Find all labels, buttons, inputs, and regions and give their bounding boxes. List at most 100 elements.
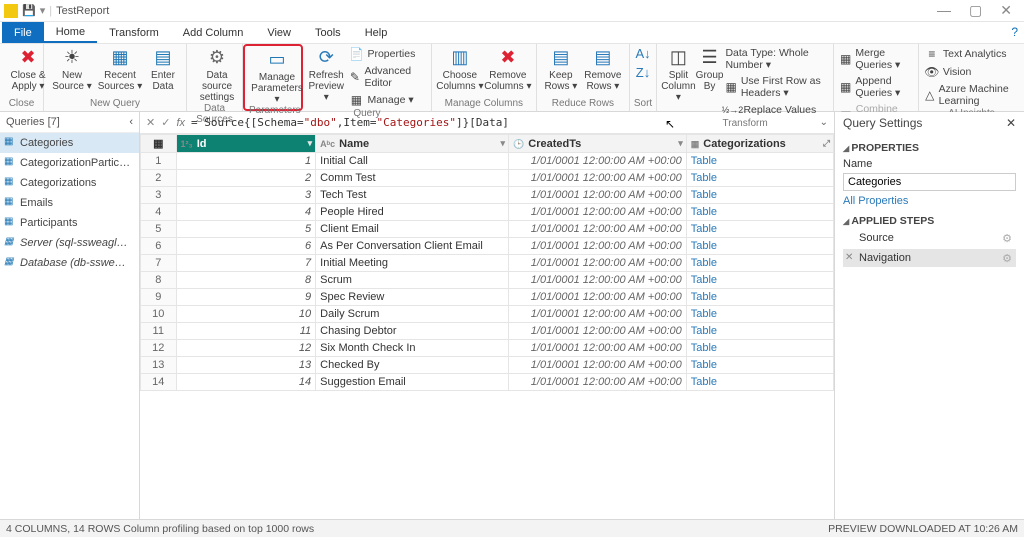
cancel-formula-icon[interactable]: ✕ — [146, 116, 155, 129]
row-number[interactable]: 3 — [141, 187, 177, 204]
enter-data-button[interactable]: ▤ Enter Data — [144, 46, 182, 92]
row-number[interactable]: 4 — [141, 204, 177, 221]
cell-categorizations[interactable]: Table — [686, 374, 833, 391]
cell-createdts[interactable]: 1/01/0001 12:00:00 AM +00:00 — [509, 306, 687, 323]
row-number[interactable]: 1 — [141, 153, 177, 170]
row-number[interactable]: 8 — [141, 272, 177, 289]
row-number[interactable]: 11 — [141, 323, 177, 340]
tab-home[interactable]: Home — [44, 22, 97, 43]
table-row[interactable]: 77Initial Meeting1/01/0001 12:00:00 AM +… — [141, 255, 834, 272]
minimize-icon[interactable]: — — [937, 2, 951, 19]
refresh-preview-button[interactable]: ⟳ Refresh Preview ▾ — [307, 46, 345, 108]
sort-desc-icon[interactable]: Z↓ — [636, 65, 650, 80]
cell-createdts[interactable]: 1/01/0001 12:00:00 AM +00:00 — [509, 221, 687, 238]
cell-id[interactable]: 9 — [176, 289, 316, 306]
cell-name[interactable]: Initial Meeting — [316, 255, 509, 272]
new-source-button[interactable]: ☀ New Source ▾ — [48, 46, 96, 92]
applied-steps-section[interactable]: APPLIED STEPS — [843, 215, 1016, 227]
row-number[interactable]: 7 — [141, 255, 177, 272]
help-icon[interactable]: ? — [1011, 25, 1018, 39]
table-row[interactable]: 33Tech Test1/01/0001 12:00:00 AM +00:00T… — [141, 187, 834, 204]
azure-ml-button[interactable]: △Azure Machine Learning — [923, 82, 1020, 108]
tab-tools[interactable]: Tools — [303, 22, 353, 43]
filter-id-icon[interactable]: ▾ — [308, 138, 313, 149]
cell-createdts[interactable]: 1/01/0001 12:00:00 AM +00:00 — [509, 357, 687, 374]
query-item[interactable]: Emails — [0, 193, 139, 213]
cell-categorizations[interactable]: Table — [686, 255, 833, 272]
remove-columns-button[interactable]: ✖ Remove Columns ▾ — [484, 46, 532, 92]
cell-categorizations[interactable]: Table — [686, 306, 833, 323]
cell-createdts[interactable]: 1/01/0001 12:00:00 AM +00:00 — [509, 153, 687, 170]
row-number[interactable]: 13 — [141, 357, 177, 374]
choose-columns-button[interactable]: ▥ Choose Columns ▾ — [436, 46, 484, 92]
row-number[interactable]: 2 — [141, 170, 177, 187]
cell-name[interactable]: Spec Review — [316, 289, 509, 306]
query-item[interactable]: Participants — [0, 213, 139, 233]
cell-id[interactable]: 13 — [176, 357, 316, 374]
cell-categorizations[interactable]: Table — [686, 153, 833, 170]
cell-categorizations[interactable]: Table — [686, 170, 833, 187]
query-item[interactable]: Database (db-ssweagleey... — [0, 253, 139, 273]
cell-createdts[interactable]: 1/01/0001 12:00:00 AM +00:00 — [509, 289, 687, 306]
filter-ts-icon[interactable]: ▾ — [678, 138, 683, 149]
close-settings-icon[interactable]: ✕ — [1006, 116, 1016, 130]
tab-view[interactable]: View — [255, 22, 303, 43]
header-id[interactable]: 1²₃Id▾ — [176, 135, 316, 153]
manage-button[interactable]: ▦Manage ▾ — [347, 92, 426, 108]
cell-name[interactable]: Daily Scrum — [316, 306, 509, 323]
cell-createdts[interactable]: 1/01/0001 12:00:00 AM +00:00 — [509, 323, 687, 340]
row-number[interactable]: 6 — [141, 238, 177, 255]
step-source[interactable]: Source ⚙ — [843, 229, 1016, 247]
tab-addcolumn[interactable]: Add Column — [171, 22, 256, 43]
qat-dropdown-icon[interactable]: ▾ — [40, 4, 46, 17]
append-queries-button[interactable]: ▦Append Queries ▾ — [838, 74, 914, 100]
cell-createdts[interactable]: 1/01/0001 12:00:00 AM +00:00 — [509, 374, 687, 391]
cell-name[interactable]: Suggestion Email — [316, 374, 509, 391]
vision-button[interactable]: 👁Vision — [923, 64, 1020, 80]
step-gear-icon[interactable]: ⚙ — [1002, 232, 1012, 245]
formula-expand-icon[interactable]: ⌄ — [820, 117, 828, 128]
tab-transform[interactable]: Transform — [97, 22, 171, 43]
tab-file[interactable]: File — [2, 22, 44, 43]
cell-id[interactable]: 11 — [176, 323, 316, 340]
cell-createdts[interactable]: 1/01/0001 12:00:00 AM +00:00 — [509, 340, 687, 357]
maximize-icon[interactable]: ▢ — [969, 2, 982, 19]
cell-id[interactable]: 14 — [176, 374, 316, 391]
table-row[interactable]: 55Client Email1/01/0001 12:00:00 AM +00:… — [141, 221, 834, 238]
table-row[interactable]: 11Initial Call1/01/0001 12:00:00 AM +00:… — [141, 153, 834, 170]
merge-queries-button[interactable]: ▦Merge Queries ▾ — [838, 46, 914, 72]
all-properties-link[interactable]: All Properties — [843, 195, 908, 207]
row-corner[interactable]: ▦ — [141, 135, 177, 153]
recent-sources-button[interactable]: ▦ Recent Sources ▾ — [96, 46, 144, 92]
row-number[interactable]: 14 — [141, 374, 177, 391]
step-navigation[interactable]: ✕ Navigation ⚙ — [843, 249, 1016, 267]
formula-text[interactable]: = Source{[Schema="dbo",Item="Categories"… — [191, 116, 814, 129]
table-row[interactable]: 66As Per Conversation Client Email1/01/0… — [141, 238, 834, 255]
cell-name[interactable]: Six Month Check In — [316, 340, 509, 357]
cell-name[interactable]: Chasing Debtor — [316, 323, 509, 340]
query-name-input[interactable] — [843, 173, 1016, 191]
cell-id[interactable]: 7 — [176, 255, 316, 272]
advanced-editor-button[interactable]: ✎Advanced Editor — [347, 64, 426, 90]
manage-parameters-button[interactable]: ▭ Manage Parameters ▾ — [249, 48, 305, 105]
cell-id[interactable]: 1 — [176, 153, 316, 170]
group-by-button[interactable]: ☰ Group By — [696, 46, 724, 118]
table-row[interactable]: 1414Suggestion Email1/01/0001 12:00:00 A… — [141, 374, 834, 391]
cell-name[interactable]: Checked By — [316, 357, 509, 374]
cell-createdts[interactable]: 1/01/0001 12:00:00 AM +00:00 — [509, 170, 687, 187]
table-row[interactable]: 1313Checked By1/01/0001 12:00:00 AM +00:… — [141, 357, 834, 374]
cell-id[interactable]: 2 — [176, 170, 316, 187]
query-item[interactable]: Server (sql-ssweagleeye-... — [0, 233, 139, 253]
cell-categorizations[interactable]: Table — [686, 221, 833, 238]
table-row[interactable]: 1010Daily Scrum1/01/0001 12:00:00 AM +00… — [141, 306, 834, 323]
qat-save-icon[interactable]: 💾 — [22, 4, 36, 17]
table-row[interactable]: 1212Six Month Check In1/01/0001 12:00:00… — [141, 340, 834, 357]
cell-categorizations[interactable]: Table — [686, 204, 833, 221]
table-row[interactable]: 44People Hired1/01/0001 12:00:00 AM +00:… — [141, 204, 834, 221]
sort-asc-icon[interactable]: A↓ — [635, 46, 650, 61]
cell-categorizations[interactable]: Table — [686, 272, 833, 289]
cell-id[interactable]: 10 — [176, 306, 316, 323]
collapse-pane-icon[interactable]: ‹ — [129, 116, 133, 128]
cell-categorizations[interactable]: Table — [686, 187, 833, 204]
cell-name[interactable]: As Per Conversation Client Email — [316, 238, 509, 255]
